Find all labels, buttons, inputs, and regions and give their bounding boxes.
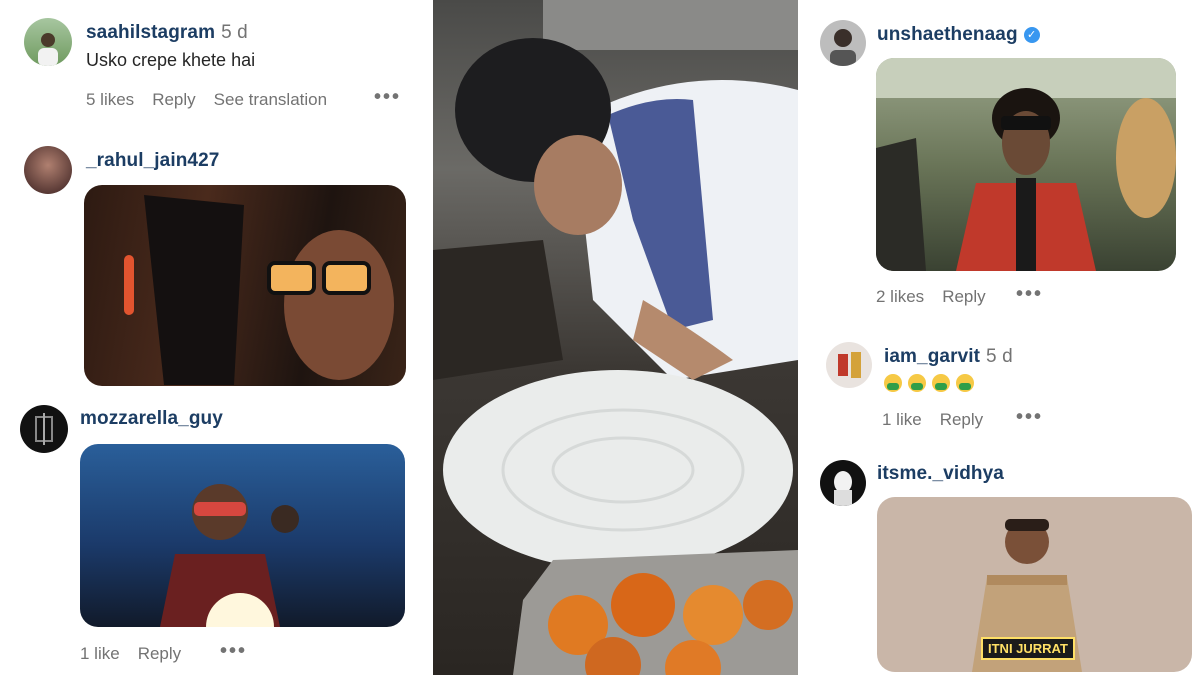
post-photo[interactable]	[433, 0, 798, 675]
comment-username[interactable]: unshaethenaag ✓	[877, 24, 1040, 46]
comment-text: Usko crepe khete hai	[86, 50, 256, 70]
comment-username[interactable]: saahilstagram 5 d	[86, 22, 248, 44]
gif-artwork	[160, 484, 299, 627]
gif-image[interactable]	[876, 58, 1176, 271]
likes-count[interactable]: 2 likes	[876, 287, 924, 306]
gif-artwork	[876, 58, 1176, 271]
comment-username[interactable]: mozzarella_guy	[80, 408, 223, 430]
comment-emojis	[884, 372, 980, 393]
comment-actions: 2 likes Reply	[876, 287, 1004, 307]
post-photo-artwork	[433, 0, 798, 675]
avatar[interactable]	[20, 405, 68, 453]
likes-count[interactable]: 1 like	[882, 410, 922, 429]
reply-button[interactable]: Reply	[942, 287, 985, 306]
avatar[interactable]	[826, 342, 872, 388]
more-options-icon[interactable]: •••	[1016, 406, 1043, 429]
avatar-image	[38, 33, 58, 66]
nauseated-face-icon	[956, 374, 974, 393]
gif-caption: ITNI JURRAT	[981, 637, 1075, 660]
more-options-icon[interactable]: •••	[220, 640, 247, 663]
likes-count[interactable]: 1 like	[80, 644, 120, 663]
gif-image[interactable]	[80, 444, 405, 627]
avatar-image	[35, 413, 53, 445]
avatar[interactable]	[820, 460, 866, 506]
avatar-image	[838, 352, 861, 378]
comment-time: 5 d	[986, 346, 1013, 367]
reply-button[interactable]: Reply	[138, 644, 181, 663]
comment-username[interactable]: iam_garvit 5 d	[884, 346, 1013, 368]
nauseated-face-icon	[932, 374, 950, 393]
nauseated-face-icon	[908, 374, 926, 393]
gif-image[interactable]	[84, 185, 406, 386]
see-translation-link[interactable]: See translation	[214, 90, 327, 109]
comment-actions: 5 likes Reply See translation	[86, 90, 345, 110]
comment-username[interactable]: itsme._vidhya	[877, 463, 1004, 485]
reply-button[interactable]: Reply	[152, 90, 195, 109]
username-text[interactable]: saahilstagram	[86, 22, 215, 43]
comment-time: 5 d	[221, 22, 248, 43]
more-options-icon[interactable]: •••	[374, 86, 401, 109]
more-options-icon[interactable]: •••	[1016, 283, 1043, 306]
avatar-image	[834, 471, 852, 506]
comment-username[interactable]: _rahul_jain427	[86, 150, 219, 172]
avatar[interactable]	[24, 146, 72, 194]
avatar[interactable]	[820, 20, 866, 66]
comment-actions: 1 like Reply	[80, 644, 199, 664]
verified-badge-icon: ✓	[1023, 26, 1040, 43]
gif-image[interactable]: ITNI JURRAT	[877, 497, 1192, 672]
comment-actions: 1 like Reply	[882, 410, 1001, 430]
nauseated-face-icon	[884, 374, 902, 393]
reply-button[interactable]: Reply	[940, 410, 983, 429]
username-text[interactable]: unshaethenaag	[877, 24, 1018, 45]
username-text[interactable]: iam_garvit	[884, 346, 980, 367]
avatar[interactable]	[24, 18, 72, 66]
likes-count[interactable]: 5 likes	[86, 90, 134, 109]
gif-artwork	[124, 195, 394, 385]
avatar-image	[830, 29, 856, 66]
